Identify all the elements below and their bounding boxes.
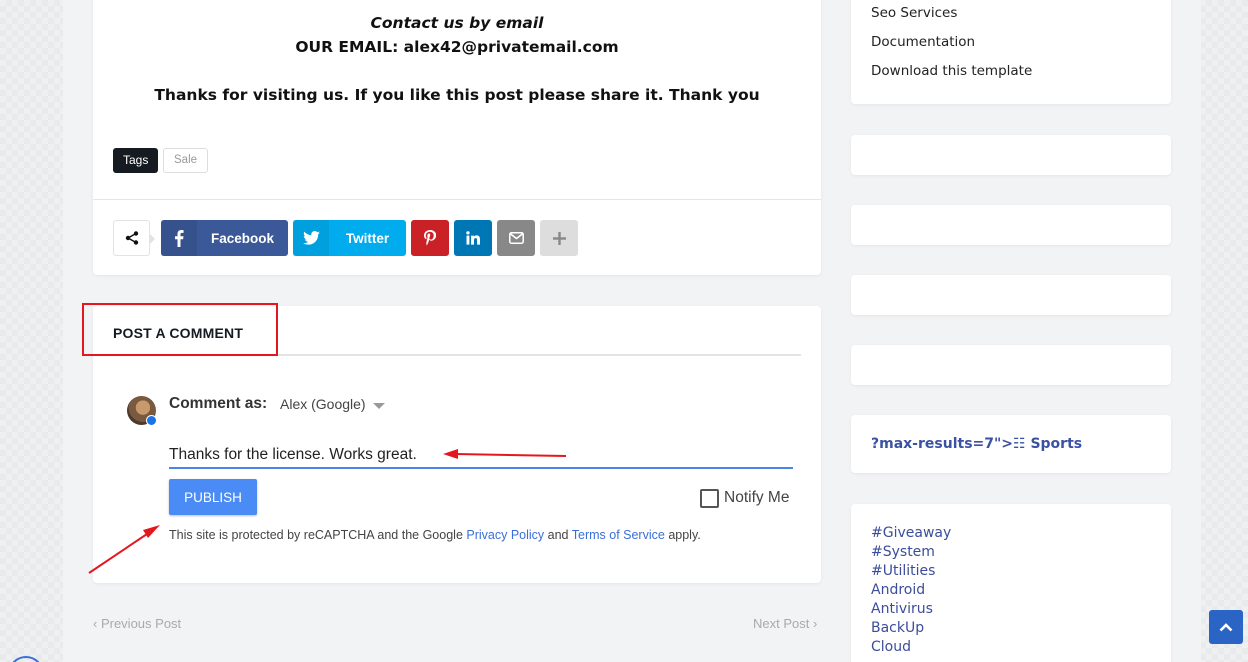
email-share-button[interactable] <box>497 220 535 256</box>
chevron-down-icon[interactable] <box>373 403 385 409</box>
twitter-icon <box>293 220 329 256</box>
label-link[interactable]: #Utilities <box>871 563 935 579</box>
comment-input[interactable] <box>169 443 793 469</box>
recaptcha-notice: This site is protected by reCAPTCHA and … <box>169 528 701 542</box>
sports-link[interactable]: ?max-results=7">☷ Sports <box>871 436 1082 452</box>
thanks-message: Thanks for visiting us. If you like this… <box>154 86 760 104</box>
tag-sale[interactable]: Sale <box>163 148 209 173</box>
sidebar-widget-empty <box>851 205 1171 245</box>
publish-button[interactable]: PUBLISH <box>169 479 257 515</box>
notify-me-label[interactable]: Notify Me <box>724 489 789 507</box>
terms-of-service-link[interactable]: Terms of Service <box>572 528 665 542</box>
floating-circle-button[interactable] <box>8 656 44 662</box>
recaptcha-suffix: apply. <box>664 528 701 542</box>
contact-heading: Contact us by email <box>370 14 544 32</box>
post-footer-card: Contact us by email OUR EMAIL: alex42@pr… <box>93 0 821 275</box>
sidebar-link-download-template[interactable]: Download this template <box>871 63 1032 79</box>
twitter-share-button[interactable]: Twitter <box>293 220 406 256</box>
twitter-label: Twitter <box>345 230 390 246</box>
more-share-button[interactable] <box>540 220 578 256</box>
sidebar-sports-widget: ?max-results=7">☷ Sports <box>851 415 1171 473</box>
linkedin-icon <box>466 231 480 245</box>
facebook-share-button[interactable]: Facebook <box>161 220 288 256</box>
label-link[interactable]: BackUp <box>871 620 924 636</box>
facebook-label: Facebook <box>210 230 275 246</box>
pinterest-icon <box>424 230 436 246</box>
sidebar-link-seo-services[interactable]: Seo Services <box>871 5 957 21</box>
sidebar-widget-empty <box>851 345 1171 385</box>
identity-selector[interactable]: Alex (Google) <box>280 396 366 412</box>
divider <box>113 354 801 356</box>
tags-label: Tags <box>113 148 159 173</box>
label-link[interactable]: Cloud <box>871 639 911 655</box>
chevron-up-icon <box>1219 623 1233 632</box>
facebook-icon <box>161 220 197 256</box>
share-toggle-button[interactable] <box>113 220 155 256</box>
privacy-policy-link[interactable]: Privacy Policy <box>466 528 544 542</box>
contact-email: OUR EMAIL: alex42@privatemail.com <box>295 38 619 56</box>
recaptcha-and: and <box>544 528 572 542</box>
linkedin-share-button[interactable] <box>454 220 492 256</box>
divider <box>93 199 821 200</box>
sidebar-widget-empty <box>851 275 1171 315</box>
label-link[interactable]: #Giveaway <box>871 525 951 541</box>
label-link[interactable]: Antivirus <box>871 601 933 617</box>
next-post-label: Next Post <box>753 616 810 631</box>
sidebar-links-widget: Seo Services Documentation Download this… <box>851 0 1171 104</box>
sidebar-labels-widget: #Giveaway #System #Utilities Android Ant… <box>851 504 1171 662</box>
sidebar-link-documentation[interactable]: Documentation <box>871 34 975 50</box>
plus-icon <box>552 231 566 245</box>
pinterest-share-button[interactable] <box>411 220 449 256</box>
comment-section-title: POST A COMMENT <box>113 325 244 341</box>
notify-me-checkbox[interactable] <box>700 489 719 508</box>
verified-badge-icon <box>146 415 157 426</box>
comment-form-card: POST A COMMENT Comment as: Alex (Google)… <box>93 306 821 583</box>
share-icon <box>125 231 138 245</box>
comment-as-label: Comment as: <box>169 395 268 412</box>
recaptcha-prefix: This site is protected by reCAPTCHA and … <box>169 528 467 542</box>
previous-post-link[interactable]: ‹ Previous Post <box>93 616 181 631</box>
label-link[interactable]: Android <box>871 582 925 598</box>
envelope-icon <box>508 232 524 244</box>
sidebar-widget-empty <box>851 135 1171 175</box>
label-link[interactable]: #System <box>871 544 935 560</box>
back-to-top-button[interactable] <box>1209 610 1243 644</box>
next-post-link[interactable]: Next Post › <box>753 616 817 631</box>
previous-post-label: Previous Post <box>100 616 182 631</box>
